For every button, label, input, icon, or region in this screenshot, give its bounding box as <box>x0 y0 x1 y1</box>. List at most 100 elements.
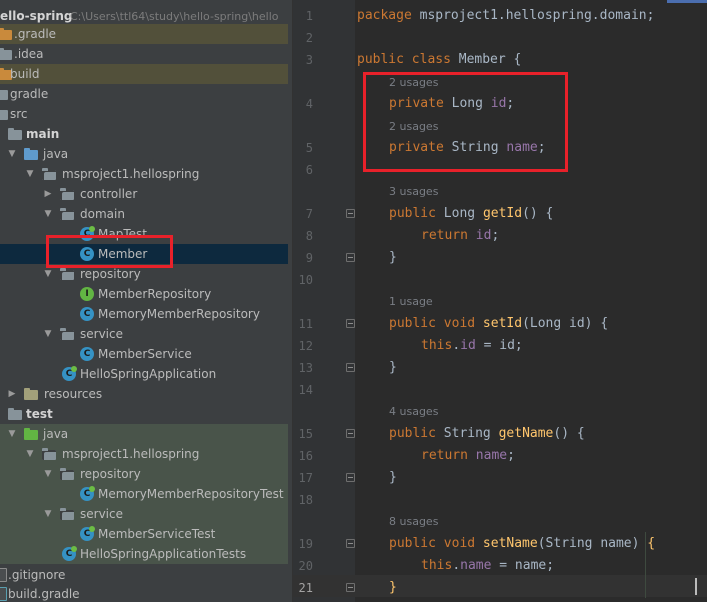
tree-item-member-repository[interactable]: I MemberRepository <box>0 284 292 304</box>
chevron-down-icon[interactable]: ▼ <box>42 324 54 344</box>
line-number: 20 <box>298 559 313 573</box>
usage-hint-getname[interactable]: 4 usages <box>389 401 438 423</box>
fold-marker-icon[interactable] <box>346 539 355 548</box>
usage-hint-setname[interactable]: 8 usages <box>389 511 438 533</box>
chevron-down-icon[interactable]: ▼ <box>6 424 18 444</box>
package-icon <box>60 507 74 521</box>
package-icon <box>60 187 74 201</box>
tree-item-gradle-dir[interactable]: .gradle <box>0 24 292 44</box>
test-class-icon: C <box>62 546 77 561</box>
fold-marker-icon[interactable] <box>346 363 355 372</box>
tree-item-test-package[interactable]: ▼ msproject1.hellospring <box>0 444 292 464</box>
chevron-down-icon[interactable]: ▼ <box>42 204 54 224</box>
chevron-down-icon[interactable]: ▼ <box>24 164 36 184</box>
tree-item-hello-spring-application-tests[interactable]: C HelloSpringApplicationTests <box>0 544 292 564</box>
code-line-7: public Long getId() { <box>389 206 554 221</box>
class-icon: C <box>80 307 94 321</box>
highlight-box-fields <box>363 72 568 172</box>
chevron-down-icon[interactable]: ▼ <box>42 504 54 524</box>
line-number: 19 <box>298 537 313 551</box>
resources-folder-icon <box>24 387 38 401</box>
fold-marker-icon[interactable] <box>346 583 355 592</box>
fold-marker-icon[interactable] <box>346 209 355 218</box>
tree-item-src[interactable]: src <box>0 104 292 124</box>
tree-item-gradle[interactable]: gradle <box>0 84 292 104</box>
tree-item-memory-member-repository-test[interactable]: C MemoryMemberRepositoryTest <box>0 484 292 504</box>
code-line-8: return id; <box>421 228 500 243</box>
line-number: 1 <box>305 9 313 23</box>
code-line-11: public void setId(Long id) { <box>389 316 609 331</box>
tree-item-test-java[interactable]: ▼ java <box>0 424 292 444</box>
tree-item-resources[interactable]: ▶ resources <box>0 384 292 404</box>
folder-icon <box>0 27 12 41</box>
line-number: 7 <box>305 207 313 221</box>
usage-hint-setid[interactable]: 1 usage <box>389 291 433 313</box>
package-icon <box>60 467 74 481</box>
code-line-3: public class Member { <box>357 52 522 67</box>
line-number: 18 <box>298 493 313 507</box>
code-line-19: public void setName(String name) { <box>389 536 656 551</box>
line-number: 17 <box>298 471 313 485</box>
tree-item-idea[interactable]: .idea <box>0 44 292 64</box>
chevron-down-icon[interactable]: ▼ <box>24 444 36 464</box>
line-number: 9 <box>305 251 313 265</box>
line-number: 11 <box>298 317 313 331</box>
tree-item-test-repository[interactable]: ▼ repository <box>0 464 292 484</box>
line-number: 8 <box>305 229 313 243</box>
code-line-20: this.name = name; <box>421 558 555 573</box>
line-number: 3 <box>305 53 313 67</box>
chevron-down-icon[interactable]: ▼ <box>42 464 54 484</box>
code-line-16: return name; <box>421 448 515 463</box>
chevron-right-icon[interactable]: ▶ <box>6 384 18 404</box>
file-icon <box>0 568 7 582</box>
tree-item-test-service[interactable]: ▼ service <box>0 504 292 524</box>
tree-item-gitignore[interactable]: .gitignore <box>0 565 292 585</box>
tree-item-member-service[interactable]: C MemberService <box>0 344 292 364</box>
tree-item-hello-spring-application[interactable]: C HelloSpringApplication <box>0 364 292 384</box>
code-line-1: package msproject1.hellospring.domain; <box>357 8 655 23</box>
tree-item-main-package[interactable]: ▼ msproject1.hellospring <box>0 164 292 184</box>
class-icon: C <box>80 347 94 361</box>
project-path: C:\Users\ttl64\study\hello-spring\hello <box>70 10 279 23</box>
folder-icon <box>8 127 22 141</box>
fold-marker-icon[interactable] <box>346 319 355 328</box>
line-number-current: 21 <box>298 581 313 595</box>
tree-item-controller[interactable]: ▶ controller <box>0 184 292 204</box>
folder-icon <box>0 87 8 101</box>
tree-item-memory-member-repository[interactable]: C MemoryMemberRepository <box>0 304 292 324</box>
fold-marker-icon[interactable] <box>346 473 355 482</box>
code-line-9: } <box>389 250 397 265</box>
line-number: 16 <box>298 449 313 463</box>
package-icon <box>60 327 74 341</box>
code-editor[interactable]: 1 2 3 4 5 6 7 8 9 10 11 12 13 14 15 16 1… <box>293 0 707 602</box>
line-number: 4 <box>305 97 313 111</box>
line-number: 6 <box>305 163 313 177</box>
fold-marker-icon[interactable] <box>346 429 355 438</box>
tree-item-main[interactable]: main <box>0 124 292 144</box>
tree-item-main-java[interactable]: ▼ java <box>0 144 292 164</box>
tree-item-test[interactable]: test <box>0 404 292 424</box>
line-number: 15 <box>298 427 313 441</box>
line-number: 5 <box>305 141 313 155</box>
source-folder-icon <box>24 147 38 161</box>
code-line-21: } <box>389 580 397 595</box>
usage-hint-getid[interactable]: 3 usages <box>389 181 438 203</box>
line-number: 2 <box>305 31 313 45</box>
folder-icon <box>0 47 12 61</box>
package-icon <box>60 267 74 281</box>
tree-item-build[interactable]: build <box>0 64 292 84</box>
gradle-file-icon <box>0 587 7 601</box>
tree-item-domain[interactable]: ▼ domain <box>0 204 292 224</box>
tree-item-member-service-test[interactable]: C MemberServiceTest <box>0 524 292 544</box>
code-line-12: this.id = id; <box>421 338 523 353</box>
tree-item-build-gradle[interactable]: build.gradle <box>0 584 292 602</box>
code-line-13: } <box>389 360 397 375</box>
code-line-15: public String getName() { <box>389 426 585 441</box>
tree-item-service[interactable]: ▼ service <box>0 324 292 344</box>
fold-marker-icon[interactable] <box>346 253 355 262</box>
tree-project-root[interactable]: ello-spring C:\Users\ttl64\study\hello-sp… <box>0 6 292 26</box>
chevron-right-icon[interactable]: ▶ <box>42 184 54 204</box>
chevron-down-icon[interactable]: ▼ <box>6 144 18 164</box>
project-tree-panel: ello-spring C:\Users\ttl64\study\hello-sp… <box>0 0 292 602</box>
package-icon <box>60 207 74 221</box>
